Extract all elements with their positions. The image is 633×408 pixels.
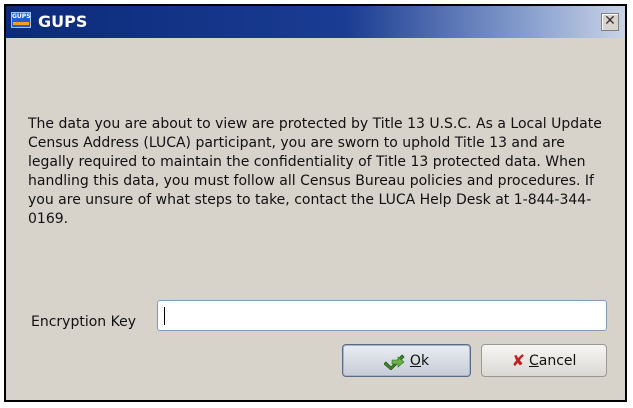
close-icon: ✕ — [604, 13, 616, 29]
red-x-icon: ✘ — [511, 351, 525, 370]
dialog-body: The data you are about to view are prote… — [6, 38, 625, 400]
cancel-button[interactable]: ✘ Cancel — [481, 344, 607, 377]
close-button[interactable]: ✕ — [601, 13, 619, 31]
green-check-arrow-icon — [383, 352, 406, 371]
gups-dialog: GUPS GUPS ✕ The data you are about to vi… — [4, 4, 627, 402]
encryption-key-input[interactable] — [157, 300, 607, 331]
app-icon-text: GUPS — [12, 13, 31, 20]
ok-button[interactable]: Ok — [342, 344, 471, 377]
encryption-key-label: Encryption Key — [31, 314, 136, 330]
confidentiality-message: The data you are about to view are prote… — [28, 116, 602, 227]
app-icon-bar — [13, 22, 29, 25]
title-bar[interactable]: GUPS GUPS ✕ — [6, 6, 625, 38]
gups-app-icon: GUPS — [11, 12, 31, 28]
ok-label: Ok — [409, 352, 430, 369]
text-caret — [164, 307, 165, 325]
cancel-label: Cancel — [528, 352, 577, 369]
window-title: GUPS — [38, 12, 88, 31]
